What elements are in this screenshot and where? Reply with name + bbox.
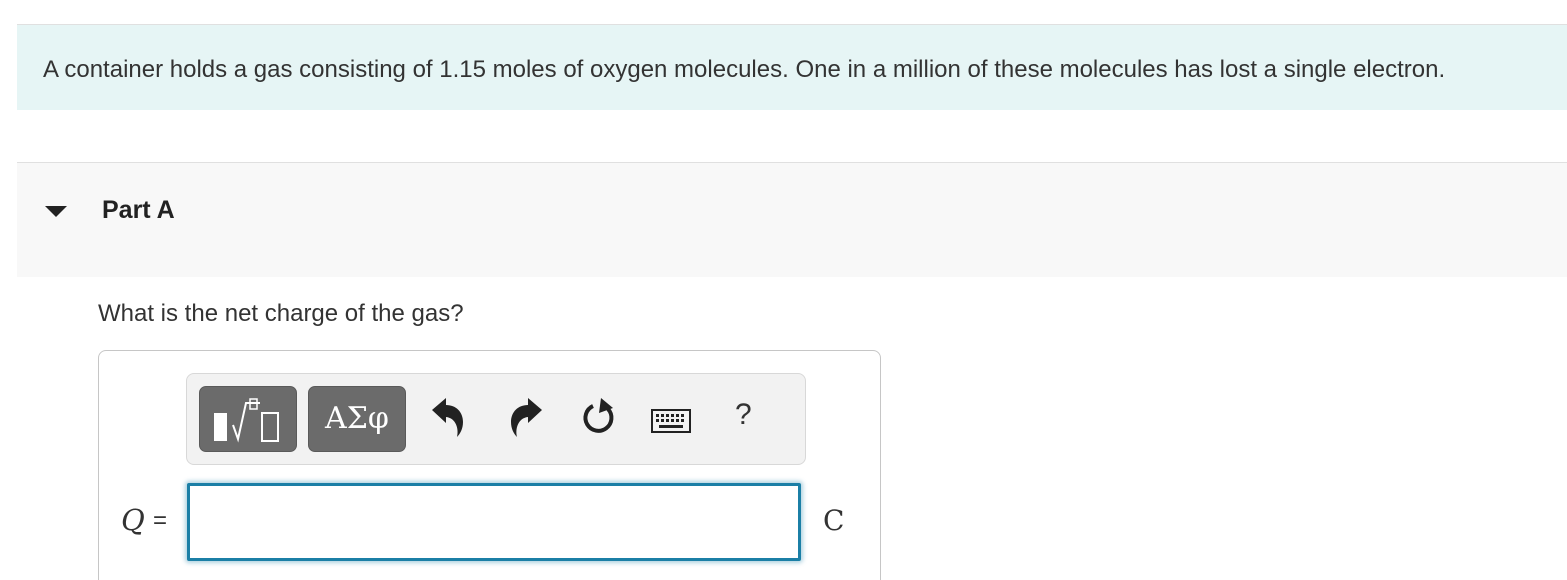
page: A container holds a gas consisting of 1.…	[0, 0, 1567, 580]
part-a-header[interactable]: Part A	[17, 163, 1567, 277]
problem-intro-text: A container holds a gas consisting of 1.…	[43, 56, 1446, 83]
keyboard-icon[interactable]	[651, 408, 691, 434]
unit-label: C	[823, 504, 845, 537]
math-toolbar: ΑΣφ ?	[186, 373, 806, 465]
help-icon[interactable]: ?	[735, 398, 752, 432]
part-title: Part A	[102, 196, 175, 224]
equals-sign: =	[153, 507, 168, 534]
answer-box: ΑΣφ ? Q = C	[98, 350, 881, 580]
answer-input[interactable]	[187, 483, 801, 561]
question-text: What is the net charge of the gas?	[98, 300, 464, 327]
reset-icon[interactable]	[579, 396, 619, 440]
problem-intro: A container holds a gas consisting of 1.…	[17, 25, 1567, 110]
answer-variable: Q	[121, 503, 145, 537]
undo-icon[interactable]	[430, 396, 466, 440]
templates-icon	[214, 398, 279, 443]
redo-icon[interactable]	[508, 396, 544, 440]
caret-down-icon[interactable]	[45, 206, 67, 217]
symbols-label: ΑΣφ	[325, 401, 389, 436]
symbols-button[interactable]: ΑΣφ	[308, 386, 406, 452]
templates-button[interactable]	[199, 386, 297, 452]
